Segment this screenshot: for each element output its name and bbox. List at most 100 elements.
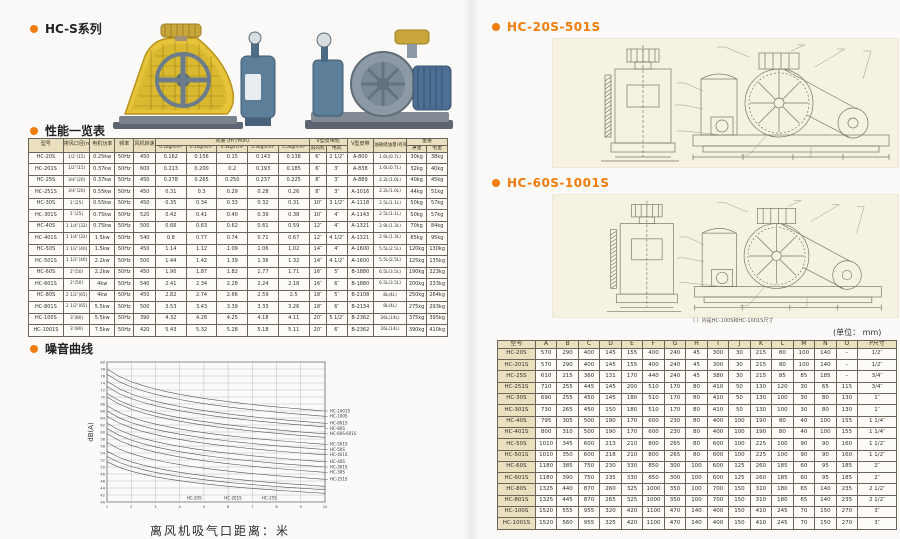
table-row: HC-401S1 1/4″(32)1.5kw50Hz5400.80.770.74… xyxy=(29,233,448,245)
cell: 6″ xyxy=(327,325,348,337)
cell: 4 1/2″ xyxy=(327,233,348,245)
cell: 1 1/4″(32) xyxy=(63,221,90,233)
cell: 16″ xyxy=(309,279,326,291)
cell: 310 xyxy=(557,427,578,438)
cell: HC-80S xyxy=(29,290,64,302)
cell: 1.5kw xyxy=(90,233,115,245)
cell: 310 xyxy=(750,484,771,495)
cell: 80 xyxy=(686,382,707,393)
cell: 1 1/2″(40) xyxy=(63,256,90,268)
noise-chart-svg: 4042444648505254565860626466687072747678… xyxy=(85,356,435,522)
cell: 50 xyxy=(729,405,750,416)
cell: 1″(25) xyxy=(63,198,90,210)
cell: 0.42 xyxy=(155,210,186,222)
cell: 180 xyxy=(772,484,793,495)
cell: 60 xyxy=(793,461,814,472)
cell: HC-20S xyxy=(29,152,64,164)
column-header: J xyxy=(729,341,750,349)
cell: 0.37kw xyxy=(90,175,115,187)
cell: 30 xyxy=(793,382,814,393)
cell: 95kg xyxy=(427,233,448,245)
cell: 260 xyxy=(750,461,771,472)
cell: 215 xyxy=(750,371,771,382)
cell: 260 xyxy=(600,484,621,495)
svg-text:7: 7 xyxy=(251,505,253,509)
cell: 80 xyxy=(686,394,707,405)
cell: 800 xyxy=(643,439,664,450)
column-header: A xyxy=(535,341,556,349)
table-row: HC-30S6902554501451805101708041050130100… xyxy=(498,394,897,405)
table-row: HC-25S3/4″(20)0.37kw50Hz4500.2780.2650.2… xyxy=(29,175,448,187)
cell: 150 xyxy=(729,484,750,495)
cell: 1 1/4″ xyxy=(858,416,897,427)
cell: 870 xyxy=(578,484,599,495)
perf-title-text: 性能一览表 xyxy=(45,122,105,139)
cell: 130kg xyxy=(427,244,448,256)
cell: 2.5L(1.1L) xyxy=(374,198,407,210)
cell: 155 xyxy=(836,416,857,427)
cell: 3″ xyxy=(858,518,897,529)
cell: 350 xyxy=(557,450,578,461)
column-header: F xyxy=(643,341,664,349)
cell: 150 xyxy=(729,495,750,506)
cell: 500 xyxy=(578,416,599,427)
column-header: V型皮带轮 xyxy=(309,139,347,146)
bullet-icon xyxy=(492,23,500,31)
cell: 65 xyxy=(815,382,836,393)
cell: 80 xyxy=(686,439,707,450)
cell: 4″ xyxy=(327,244,348,256)
cell: 0.66 xyxy=(155,221,186,233)
svg-text:72: 72 xyxy=(100,388,105,392)
cell: 50Hz xyxy=(115,279,134,291)
cell: 3″ xyxy=(327,164,348,176)
cell: 410 xyxy=(707,405,728,416)
cell: 170 xyxy=(664,405,685,416)
cell: 270 xyxy=(836,518,857,529)
cell: 1100 xyxy=(643,507,664,518)
cell: 450 xyxy=(134,244,156,256)
svg-text:40: 40 xyxy=(100,500,105,504)
cell: 80 xyxy=(772,416,793,427)
cell: 290 xyxy=(557,360,578,371)
cell: 600 xyxy=(707,450,728,461)
cell: 4.28 xyxy=(186,313,217,325)
cell: 30 xyxy=(793,405,814,416)
svg-text:66: 66 xyxy=(100,409,105,413)
noise-x-axis-title: 离风机吸气口距离：米 xyxy=(150,522,290,539)
cell: 1.32 xyxy=(278,256,309,268)
cell: 10″ xyxy=(309,198,326,210)
svg-text:52: 52 xyxy=(100,458,105,462)
table-row: HC-601S118039075023533085030010060012526… xyxy=(498,473,897,484)
cell: HC-50S xyxy=(29,244,64,256)
model-cell: HC-80S xyxy=(498,484,536,495)
cell: 100 xyxy=(772,394,793,405)
cell: 3.43 xyxy=(186,302,217,314)
cell: 0.59 xyxy=(278,221,309,233)
cell: 50 xyxy=(729,394,750,405)
cell: 800 xyxy=(535,427,556,438)
cell: 90 xyxy=(793,450,814,461)
cell: 160 xyxy=(836,439,857,450)
curve-label: HC-251S xyxy=(330,477,348,482)
model-cell: HC-100S xyxy=(498,507,536,518)
cell: 390kg xyxy=(406,325,426,337)
cell: A-889 xyxy=(347,175,374,187)
cell: A-1321 xyxy=(347,233,374,245)
cell: 50Hz xyxy=(115,256,134,268)
cell: 3″ xyxy=(327,187,348,199)
cell: 170 xyxy=(664,394,685,405)
page-fold-shadow xyxy=(462,0,480,539)
series-title-text: HC-S系列 xyxy=(45,20,102,37)
cell: 50Hz xyxy=(115,187,134,199)
cell: 470 xyxy=(664,507,685,518)
cell: 120 xyxy=(772,382,793,393)
drawing-panel-1 xyxy=(552,38,899,168)
technical-drawing-2 xyxy=(553,195,898,317)
cell: 26L(14L) xyxy=(374,325,407,337)
cell: 0.75kw xyxy=(90,221,115,233)
table-row: HC-201S570290400145155400240453003021580… xyxy=(498,360,897,371)
cell: 100 xyxy=(729,450,750,461)
cell: 320 xyxy=(600,507,621,518)
cell: 5.5L(2.5L) xyxy=(374,256,407,268)
cell: 510 xyxy=(643,394,664,405)
